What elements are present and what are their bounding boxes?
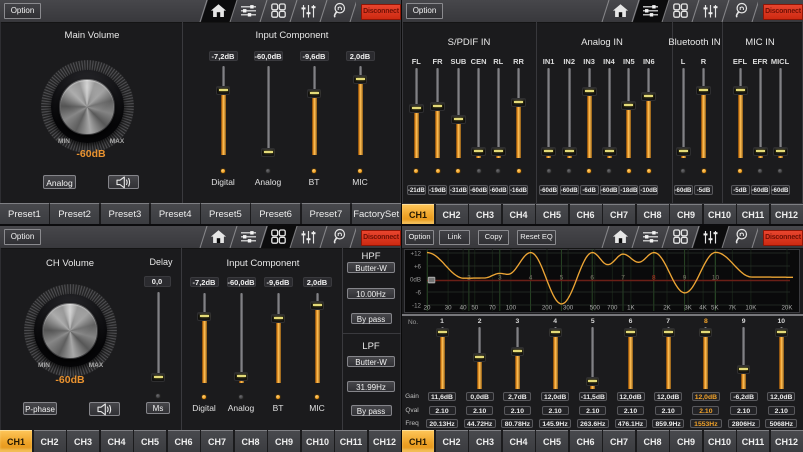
svg-text:700: 700 [607, 305, 618, 312]
svg-text:-12: -12 [412, 302, 422, 309]
svg-text:70: 70 [489, 305, 496, 312]
svg-text:3K: 3K [684, 305, 692, 312]
svg-text:6: 6 [590, 275, 594, 282]
svg-text:-6: -6 [415, 289, 421, 296]
svg-text:3: 3 [498, 275, 502, 282]
svg-text:30: 30 [445, 305, 452, 312]
svg-text:2K: 2K [663, 305, 671, 312]
svg-text:40: 40 [460, 305, 467, 312]
svg-text:5: 5 [560, 275, 564, 282]
svg-text:7K: 7K [729, 305, 737, 312]
svg-text:50: 50 [471, 305, 478, 312]
svg-text:+6: +6 [414, 263, 422, 270]
svg-text:+12: +12 [411, 250, 422, 257]
svg-text:300: 300 [563, 305, 574, 312]
svg-text:4K: 4K [699, 305, 707, 312]
svg-text:10: 10 [712, 275, 720, 282]
svg-text:10K: 10K [745, 305, 757, 312]
svg-text:200: 200 [542, 305, 553, 312]
svg-text:9: 9 [683, 275, 687, 282]
svg-text:500: 500 [590, 305, 601, 312]
svg-text:100: 100 [506, 305, 517, 312]
svg-text:5K: 5K [711, 305, 719, 312]
svg-text:8: 8 [652, 275, 656, 282]
svg-text:20K: 20K [781, 305, 793, 312]
svg-text:1K: 1K [627, 305, 635, 312]
svg-text:0dB: 0dB [410, 276, 421, 283]
svg-text:7: 7 [621, 275, 625, 282]
svg-text:20: 20 [424, 305, 431, 312]
svg-text:4: 4 [529, 275, 533, 282]
